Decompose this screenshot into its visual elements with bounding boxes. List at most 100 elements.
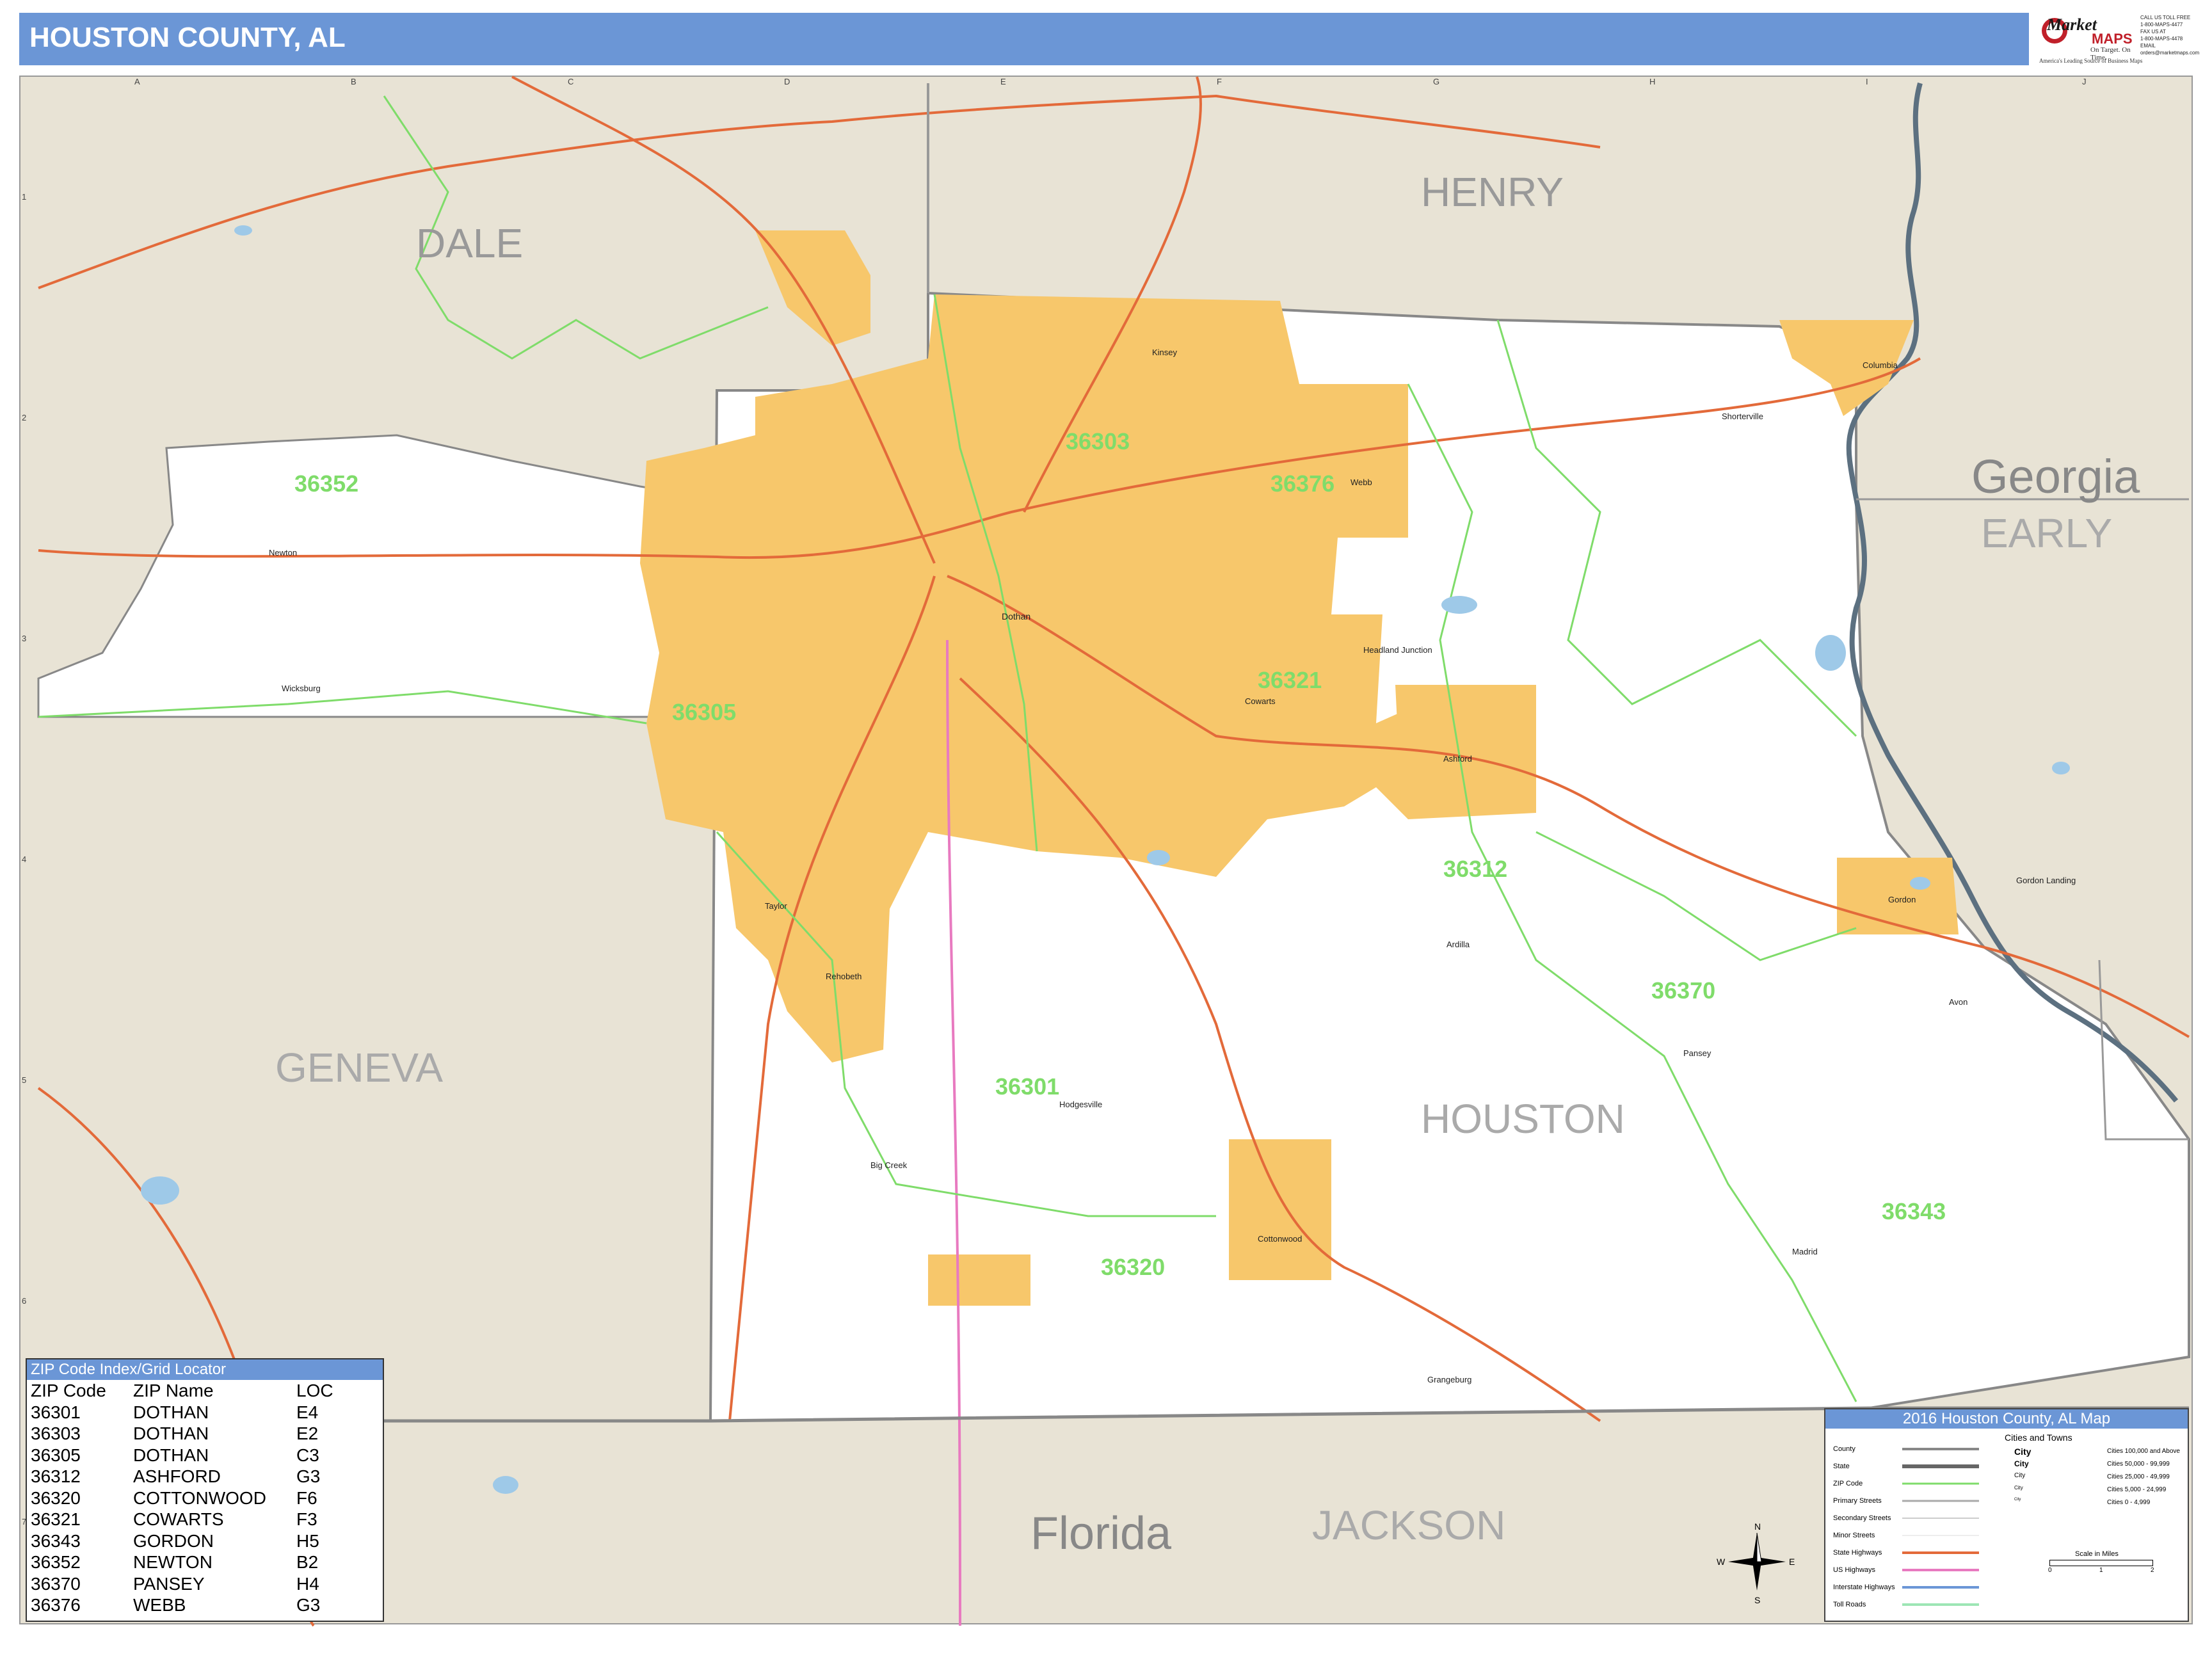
grid-row-label: 6: [22, 1296, 27, 1306]
zip-label: 36343: [1882, 1198, 1946, 1224]
zip-label: 36370: [1651, 977, 1715, 1004]
zip-label: 36303: [1066, 428, 1130, 454]
region-label-jackson: JACKSON: [1312, 1502, 1505, 1548]
zip-label: 36305: [672, 699, 736, 725]
newton-area: [37, 434, 718, 718]
zip-name-cell: GORDON: [133, 1530, 214, 1551]
zip-index-row: 36343 GORDON H5: [27, 1530, 383, 1552]
zip-code-cell: 36321: [31, 1509, 81, 1529]
zip-loc-cell: G3: [296, 1595, 321, 1615]
zip-loc-cell: G3: [296, 1466, 321, 1486]
pond: [1815, 635, 1846, 671]
zip-name-cell: PANSEY: [133, 1573, 205, 1594]
town-label: Headland Junction: [1363, 645, 1432, 655]
region-label-henry: HENRY: [1421, 169, 1564, 215]
pond: [2052, 762, 2070, 774]
compass-rose-icon: N S E W: [1717, 1521, 1795, 1605]
zip-index-row: 36301 DOTHAN E4: [27, 1402, 383, 1423]
grid-row-label: 2: [22, 413, 27, 422]
compass-n: N: [1754, 1521, 1761, 1532]
scale-tick: 1: [2099, 1567, 2103, 1574]
zip-name-cell: DOTHAN: [133, 1402, 209, 1422]
zip-name-cell: ASHFORD: [133, 1466, 221, 1486]
scale-bar: [2049, 1560, 2153, 1566]
pond: [1147, 850, 1170, 865]
compass-w: W: [1717, 1557, 1726, 1567]
zip-name-cell: DOTHAN: [133, 1445, 209, 1465]
taylor-city-area: [928, 1254, 1030, 1306]
zip-index-row: 36312 ASHFORD G3: [27, 1466, 383, 1487]
scale-tick: 2: [2151, 1567, 2154, 1574]
pond: [141, 1176, 179, 1205]
grid-col-label: E: [1000, 77, 1006, 86]
zip-name-cell: NEWTON: [133, 1552, 212, 1572]
zip-code-cell: 36305: [31, 1445, 81, 1465]
map-legend: 2016 Houston County, AL Map Cities and T…: [1824, 1408, 2189, 1622]
town-label: Shorterville: [1722, 412, 1763, 421]
zip-col-header: ZIP Name: [133, 1381, 214, 1400]
zip-index-row: 36321 COWARTS F3: [27, 1509, 383, 1530]
town-label: Hodgesville: [1059, 1100, 1102, 1109]
region-label-dale: DALE: [416, 220, 523, 266]
grid-col-label: A: [134, 77, 140, 86]
grid-col-label: I: [1866, 77, 1868, 86]
scale-tick: 0: [2048, 1567, 2052, 1574]
pond: [234, 225, 252, 236]
town-label: Columbia: [1863, 360, 1898, 370]
zip-index-row: 36320 COTTONWOOD F6: [27, 1487, 383, 1509]
town-label: Ardilla: [1447, 940, 1470, 949]
town-label: Pansey: [1683, 1048, 1711, 1058]
zip-label: 36312: [1443, 856, 1507, 882]
grid-row-label: 4: [22, 854, 27, 864]
zip-index-row: 36370 PANSEY H4: [27, 1573, 383, 1595]
zip-code-cell: 36370: [31, 1573, 81, 1594]
zip-loc-cell: B2: [296, 1552, 319, 1572]
zip-index-row: 36305 DOTHAN C3: [27, 1445, 383, 1466]
grid-col-label: H: [1649, 77, 1656, 86]
zip-col-header: ZIP Code: [31, 1381, 106, 1400]
grid-col-label: F: [1217, 77, 1222, 86]
town-label: Kinsey: [1152, 348, 1178, 357]
zip-name-cell: COWARTS: [133, 1509, 224, 1529]
cottonwood-city-area: [1229, 1139, 1331, 1280]
region-label-early: EARLY: [1981, 510, 2112, 556]
zip-code-index: ZIP Code Index/Grid Locator ZIP Code ZIP…: [26, 1358, 384, 1622]
grid-col-label: D: [784, 77, 790, 86]
zip-loc-cell: E2: [296, 1423, 319, 1443]
zip-loc-cell: E4: [296, 1402, 319, 1422]
zip-loc-cell: F3: [296, 1509, 317, 1529]
pond: [493, 1476, 518, 1494]
grid-row-label: 1: [22, 192, 27, 202]
town-label: Grangeburg: [1427, 1375, 1471, 1384]
grid-col-label: B: [351, 77, 357, 86]
zip-label: 36376: [1270, 470, 1334, 497]
town-label: Webb: [1350, 477, 1372, 487]
grid-col-label: G: [1433, 77, 1440, 86]
zip-loc-cell: H5: [296, 1530, 319, 1551]
scale-label: Scale in Miles: [2075, 1550, 2119, 1558]
zip-code-cell: 36343: [31, 1530, 81, 1551]
pond: [1441, 596, 1477, 614]
compass-e: E: [1789, 1557, 1795, 1567]
grid-col-label: J: [2082, 77, 2087, 86]
zip-label: 36352: [294, 470, 358, 497]
zip-label: 36301: [995, 1073, 1059, 1100]
zip-code-cell: 36301: [31, 1402, 81, 1422]
zip-name-cell: COTTONWOOD: [133, 1487, 266, 1508]
zip-label: 36320: [1101, 1254, 1165, 1280]
zip-code-cell: 36352: [31, 1552, 81, 1572]
zip-code-cell: 36320: [31, 1487, 81, 1508]
zip-index-row: 36352 NEWTON B2: [27, 1551, 383, 1573]
town-label: Cottonwood: [1258, 1234, 1302, 1244]
zip-code-cell: 36376: [31, 1595, 81, 1615]
zip-loc-cell: F6: [296, 1487, 317, 1508]
grid-row-label: 3: [22, 634, 27, 643]
zip-name-cell: WEBB: [133, 1595, 186, 1615]
town-label: Avon: [1949, 997, 1968, 1007]
zip-name-cell: DOTHAN: [133, 1423, 209, 1443]
town-label: Taylor: [765, 901, 787, 911]
town-label: Gordon Landing: [2016, 876, 2076, 885]
region-label-georgia: Georgia: [1971, 450, 2140, 503]
zip-index-title: ZIP Code Index/Grid Locator: [27, 1359, 383, 1380]
zip-index-header: ZIP Code ZIP Name LOC: [27, 1380, 383, 1402]
